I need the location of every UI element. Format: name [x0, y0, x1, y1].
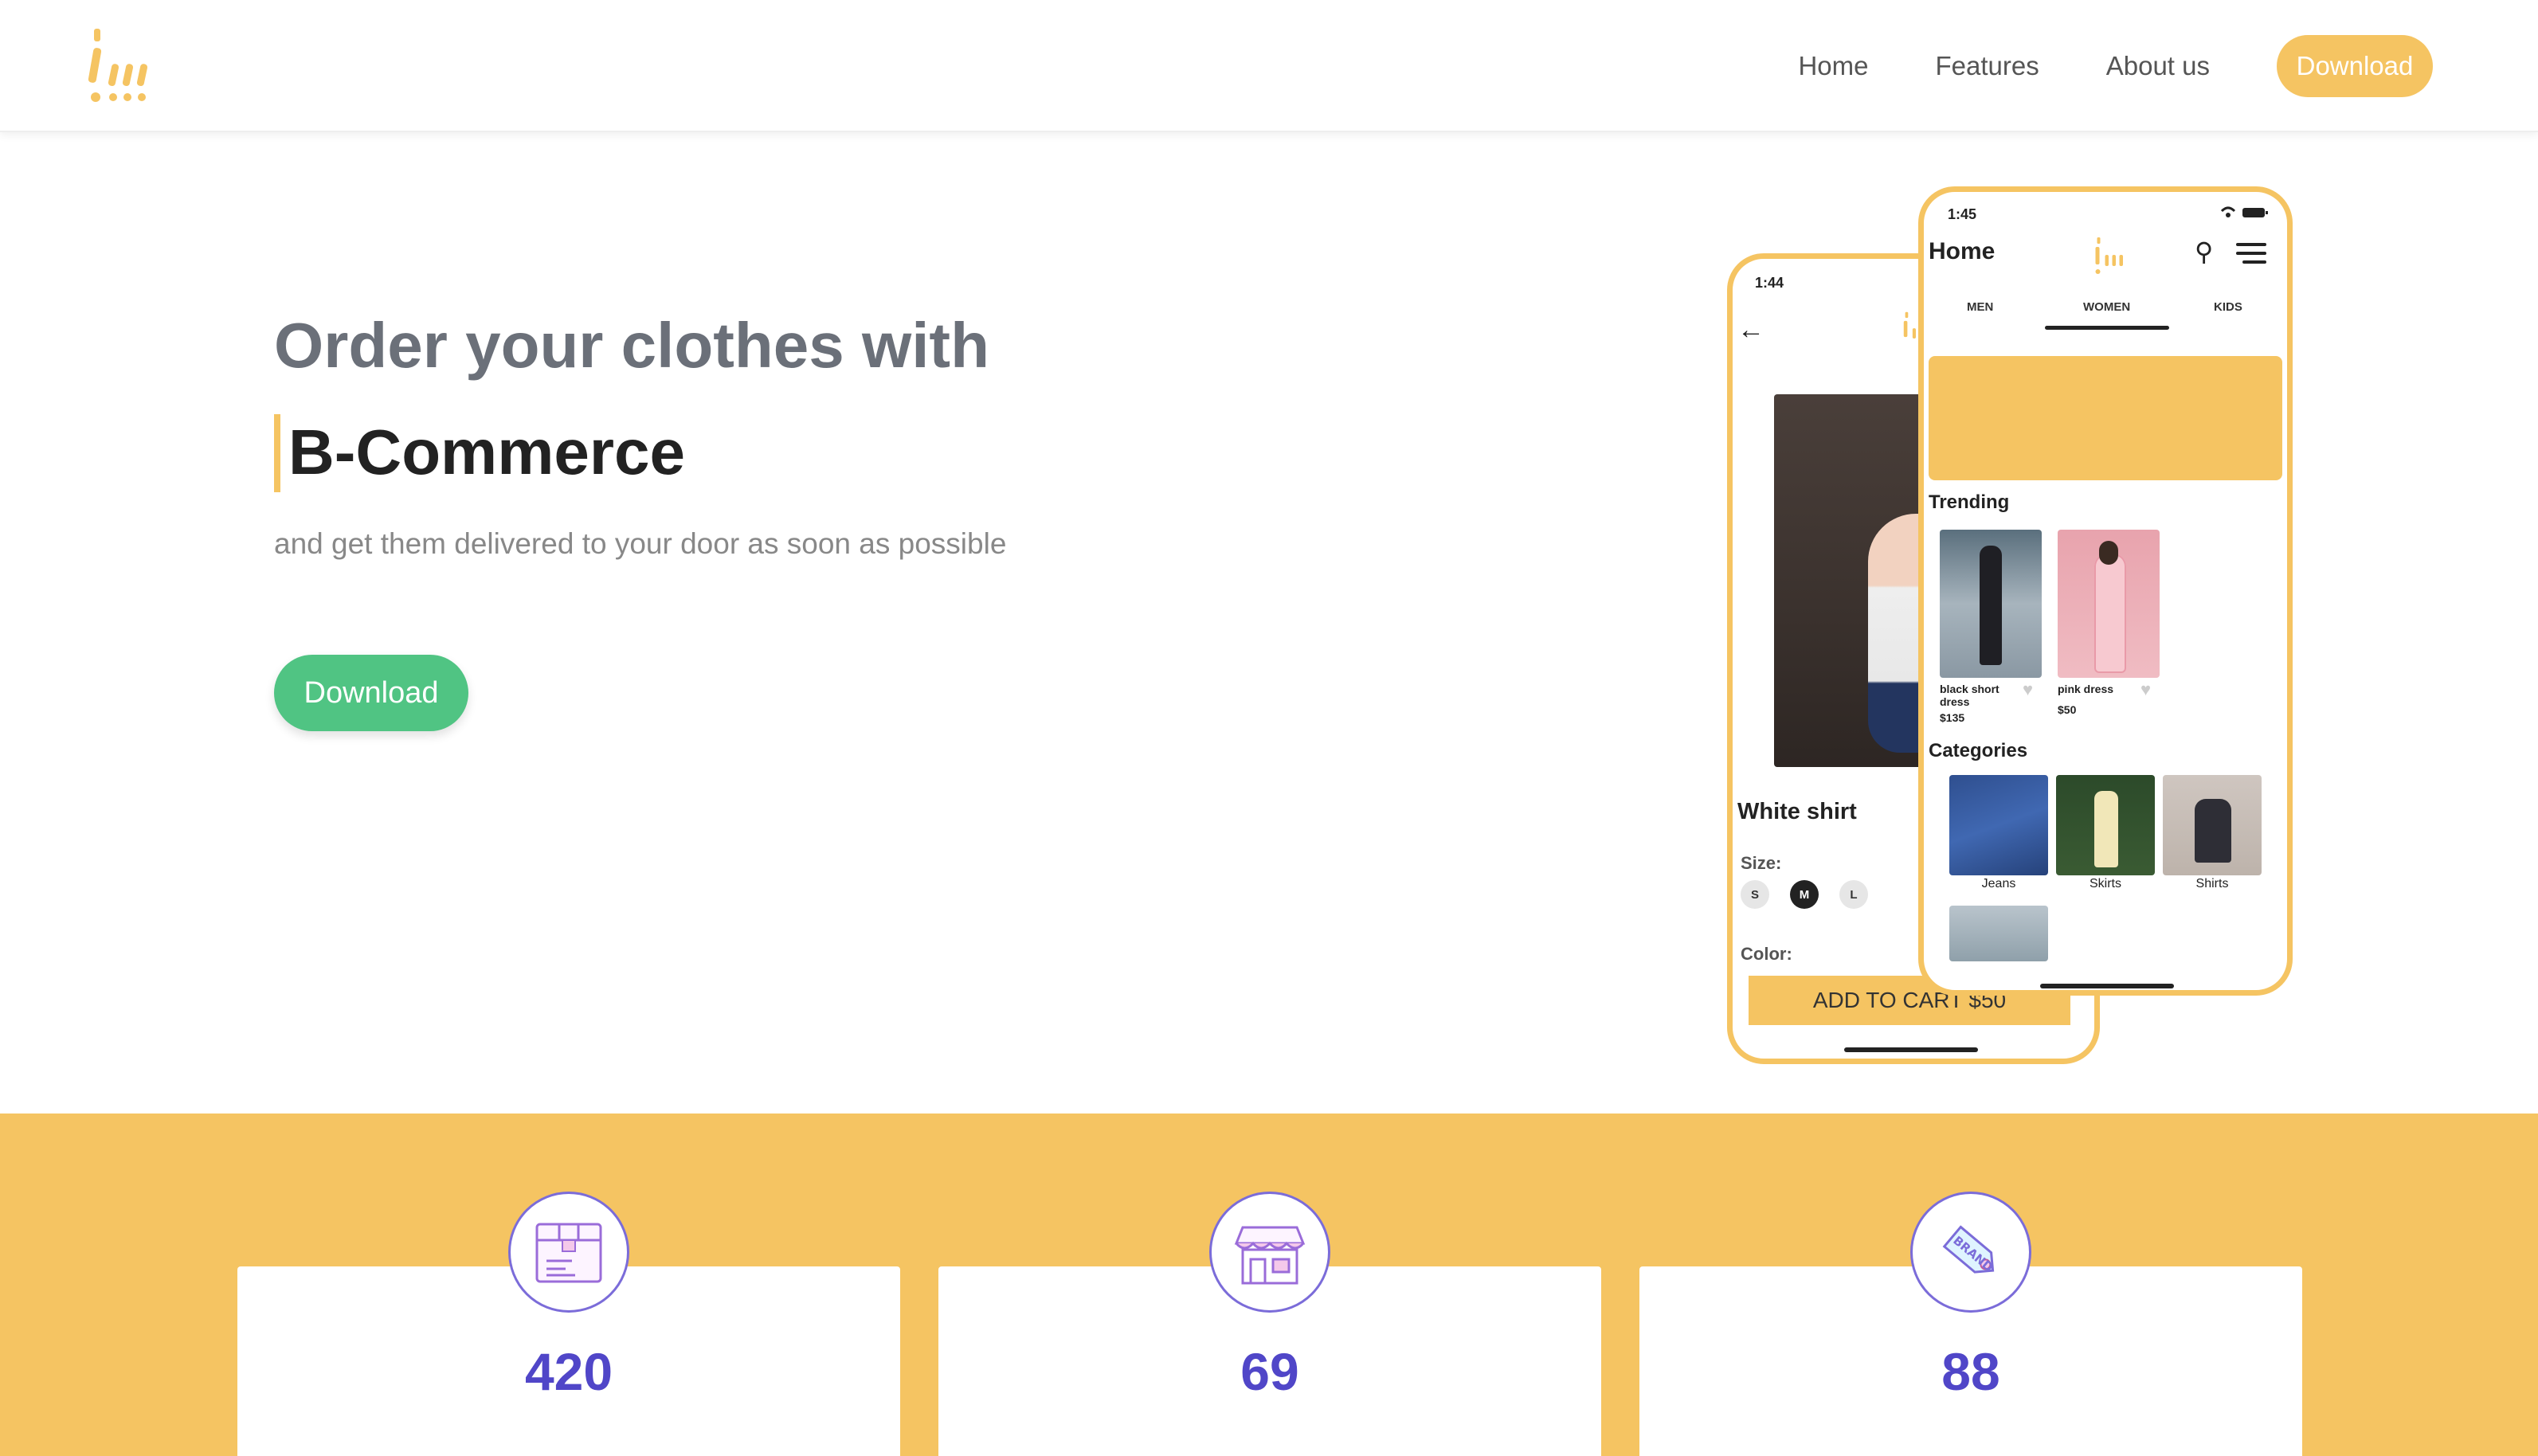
stat-value: 88 — [1941, 1342, 2000, 1401]
location-pin-icon[interactable]: ⚲ — [2195, 237, 2213, 267]
favorite-heart-icon[interactable]: ♥ — [2140, 679, 2151, 700]
categories-heading: Categories — [1929, 740, 2028, 761]
trending-heading: Trending — [1929, 491, 2010, 513]
active-tab-indicator — [2045, 326, 2169, 330]
hero-download-button[interactable]: Download — [274, 655, 468, 731]
trending-product-price: $135 — [1940, 711, 1965, 724]
product-title: White shirt — [1737, 799, 1857, 824]
status-time: 1:44 — [1755, 275, 1784, 291]
back-arrow-icon: ← — [1737, 315, 1764, 345]
size-option-s[interactable]: S — [1741, 880, 1769, 909]
category-label: Shirts — [2195, 877, 2229, 890]
brand-logo-icon — [2095, 237, 2123, 274]
home-title: Home — [1929, 238, 1996, 264]
stat-value: 420 — [524, 1342, 613, 1401]
favorite-heart-icon[interactable]: ♥ — [2023, 679, 2033, 700]
size-option-l[interactable]: L — [1839, 880, 1868, 909]
top-navbar: Home Features About us Download — [0, 0, 2538, 132]
nav-link-about[interactable]: About us — [2106, 51, 2210, 81]
tab-men[interactable]: MEN — [1967, 300, 1993, 314]
wifi-battery-icon — [2220, 206, 2268, 217]
size-option-m[interactable]: M — [1790, 880, 1819, 909]
trending-product-name: black short dress — [1940, 683, 1999, 708]
category-image-shirts[interactable] — [2163, 775, 2262, 875]
hero-accent-bar — [274, 414, 280, 492]
trending-product-price: $50 — [2058, 703, 2077, 716]
trending-product-image[interactable] — [1940, 530, 2042, 678]
nav-download-button[interactable]: Download — [2277, 35, 2433, 97]
storefront-icon — [1209, 1192, 1330, 1313]
status-time: 1:45 — [1948, 206, 1977, 222]
package-box-icon — [508, 1192, 629, 1313]
size-label: Size: — [1741, 853, 1782, 873]
tab-women[interactable]: WOMEN — [2083, 300, 2130, 314]
tab-kids[interactable]: KIDS — [2214, 300, 2242, 314]
nav-link-features[interactable]: Features — [1936, 51, 2039, 81]
status-icons — [2219, 205, 2270, 225]
home-indicator — [2040, 984, 2174, 988]
category-image-jeans[interactable] — [1949, 775, 2048, 875]
category-label: Skirts — [2090, 877, 2121, 890]
brand-tag-icon: BRAND — [1910, 1192, 2031, 1313]
category-label: Jeans — [1981, 877, 2016, 890]
category-image-more[interactable] — [1949, 906, 2048, 961]
phone-mockup-home: 1:45 Home ⚲ MEN WOMEN KIDS Trending blac… — [1918, 186, 2293, 996]
promo-banner[interactable] — [1929, 356, 2282, 480]
hero-heading: Order your clothes with — [274, 310, 989, 381]
home-indicator — [1844, 1047, 1978, 1052]
brand-logo-icon[interactable] — [83, 24, 151, 107]
trending-product-image[interactable] — [2058, 530, 2160, 678]
hero-brand-name: B-Commerce — [288, 417, 685, 487]
nav-links: Home Features About us Download — [1798, 35, 2433, 97]
menu-icon[interactable] — [2236, 243, 2266, 264]
category-image-skirts[interactable] — [2056, 775, 2155, 875]
trending-product-name: pink dress — [2058, 683, 2114, 695]
nav-link-home[interactable]: Home — [1798, 51, 1868, 81]
color-label: Color: — [1741, 944, 1792, 964]
stat-value: 69 — [1240, 1342, 1299, 1401]
hero-subtitle: and get them delivered to your door as s… — [274, 527, 1007, 560]
